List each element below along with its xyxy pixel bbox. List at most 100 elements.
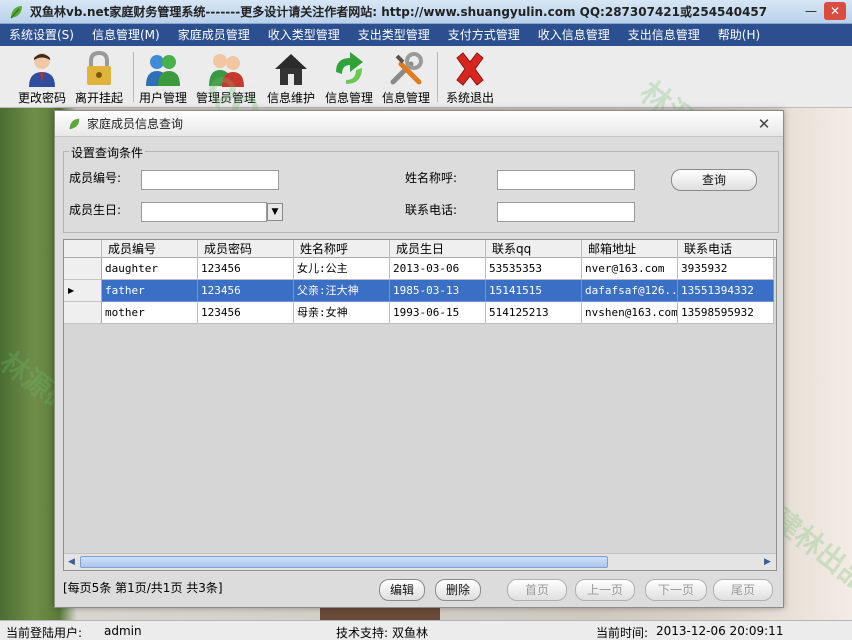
cell-phone[interactable]: 13598595932	[678, 302, 774, 324]
scroll-left-icon[interactable]: ◀	[64, 555, 79, 569]
column-header[interactable]: 联系电话	[678, 240, 774, 258]
birthday-dropdown-button[interactable]: ▼	[267, 203, 283, 221]
table-row[interactable]: daughter 123456 女儿:公主 2013-03-06 5353535…	[64, 258, 776, 280]
menu-expense-info[interactable]: 支出信息管理	[619, 24, 709, 46]
menu-help[interactable]: 帮助(H)	[709, 24, 769, 46]
scroll-right-icon[interactable]: ▶	[760, 555, 775, 569]
birthday-label: 成员生日:	[69, 203, 122, 217]
info-manage-button-1[interactable]: 信息管理	[320, 50, 378, 106]
minimize-button[interactable]: —	[800, 2, 822, 20]
current-time-value: 2013-12-06 20:09:11	[656, 624, 784, 638]
member-query-dialog: 家庭成员信息查询 ✕ 设置查询条件 成员编号: 姓名称呼: 查询 成员生日: ▼…	[54, 110, 784, 608]
info-maintain-label: 信息维护	[266, 91, 315, 105]
home-icon	[275, 54, 307, 85]
row-indicator[interactable]	[64, 302, 102, 324]
refresh-arrow-icon	[336, 52, 363, 84]
phone-input[interactable]	[497, 202, 635, 222]
cell-password[interactable]: 123456	[198, 302, 294, 324]
user-key-icon	[29, 53, 55, 87]
cell-name[interactable]: 母亲:女神	[294, 302, 390, 324]
name-input[interactable]	[497, 170, 635, 190]
users-icon	[146, 55, 180, 86]
info-manage-label-2: 信息管理	[381, 91, 430, 105]
leave-lock-button[interactable]: 离开挂起	[70, 50, 128, 106]
scrollbar-thumb[interactable]	[80, 556, 608, 568]
cell-birthday[interactable]: 1993-06-15	[390, 302, 486, 324]
menu-income-info[interactable]: 收入信息管理	[529, 24, 619, 46]
dialog-close-button[interactable]: ✕	[755, 115, 773, 133]
cell-phone[interactable]: 13551394332	[678, 280, 774, 302]
cell-qq[interactable]: 53535353	[486, 258, 582, 280]
name-label: 姓名称呼:	[405, 171, 458, 185]
admin-users-icon	[209, 54, 244, 87]
dialog-title: 家庭成员信息查询	[87, 117, 184, 131]
delete-button[interactable]: 删除	[435, 579, 481, 601]
cell-qq[interactable]: 15141515	[486, 280, 582, 302]
birthday-date-input[interactable]	[141, 202, 267, 222]
cell-phone[interactable]: 3935932	[678, 258, 774, 280]
cell-password[interactable]: 123456	[198, 258, 294, 280]
change-password-label: 更改密码	[17, 91, 66, 105]
row-indicator[interactable]: ▶	[64, 280, 102, 302]
horizontal-scrollbar[interactable]: ◀ ▶	[64, 553, 776, 570]
cell-member-id[interactable]: father	[102, 280, 198, 302]
system-exit-button[interactable]: 系统退出	[441, 50, 499, 106]
cell-birthday[interactable]: 2013-03-06	[390, 258, 486, 280]
window-close-button[interactable]: ✕	[824, 2, 846, 20]
cell-birthday[interactable]: 1985-03-13	[390, 280, 486, 302]
info-manage-button-2[interactable]: 信息管理	[377, 50, 435, 106]
query-button[interactable]: 查询	[671, 169, 757, 191]
menu-family-members[interactable]: 家庭成员管理	[169, 24, 259, 46]
menu-payment-methods[interactable]: 支付方式管理	[439, 24, 529, 46]
cell-email[interactable]: dafafsaf@126...	[582, 280, 678, 302]
column-header[interactable]: 邮箱地址	[582, 240, 678, 258]
table-row-selected[interactable]: ▶ father 123456 父亲:汪大神 1985-03-13 151415…	[64, 280, 776, 302]
column-header[interactable]: 联系qq	[486, 240, 582, 258]
row-indicator[interactable]	[64, 258, 102, 280]
menu-system-settings[interactable]: 系统设置(S)	[0, 24, 83, 46]
system-exit-label: 系统退出	[445, 91, 494, 105]
cell-email[interactable]: nvshen@163.com	[582, 302, 678, 324]
grid-corner	[64, 240, 102, 258]
toolbar: 更改密码 离开挂起 用户管理 管理员管理 信息维护 信息管理 信息管理 系统退出	[0, 46, 852, 108]
cell-name[interactable]: 女儿:公主	[294, 258, 390, 280]
app-leaf-icon	[10, 5, 22, 18]
column-header[interactable]: 成员编号	[102, 240, 198, 258]
cell-password[interactable]: 123456	[198, 280, 294, 302]
next-page-button[interactable]: 下一页	[645, 579, 707, 601]
toolbar-separator	[437, 52, 438, 102]
edit-button[interactable]: 编辑	[379, 579, 425, 601]
current-row-arrow-icon: ▶	[68, 286, 75, 295]
cell-member-id[interactable]: mother	[102, 302, 198, 324]
last-page-button[interactable]: 尾页	[713, 579, 773, 601]
status-bar: 当前登陆用户: admin 技术支持: 双鱼林 当前时间: 2013-12-06…	[0, 620, 852, 640]
info-manage-label-1: 信息管理	[324, 91, 373, 105]
member-id-label: 成员编号:	[69, 171, 122, 185]
admin-manage-button[interactable]: 管理员管理	[196, 50, 256, 106]
leave-lock-label: 离开挂起	[74, 91, 123, 105]
column-header[interactable]: 姓名称呼	[294, 240, 390, 258]
column-header[interactable]: 成员密码	[198, 240, 294, 258]
dialog-leaf-icon	[69, 118, 80, 129]
user-manage-button[interactable]: 用户管理	[134, 50, 192, 106]
member-id-input[interactable]	[141, 170, 279, 190]
prev-page-button[interactable]: 上一页	[575, 579, 635, 601]
query-conditions-legend: 设置查询条件	[69, 144, 146, 161]
user-manage-label: 用户管理	[138, 91, 187, 105]
menu-expense-types[interactable]: 支出类型管理	[349, 24, 439, 46]
cell-email[interactable]: nver@163.com	[582, 258, 678, 280]
support-label: 技术支持:	[336, 626, 389, 640]
first-page-button[interactable]: 首页	[507, 579, 567, 601]
menu-income-types[interactable]: 收入类型管理	[259, 24, 349, 46]
cell-member-id[interactable]: daughter	[102, 258, 198, 280]
phone-label: 联系电话:	[405, 203, 458, 217]
table-row[interactable]: mother 123456 母亲:女神 1993-06-15 514125213…	[64, 302, 776, 324]
cell-qq[interactable]: 514125213	[486, 302, 582, 324]
change-password-button[interactable]: 更改密码	[13, 50, 71, 106]
current-time-label: 当前时间:	[596, 626, 649, 640]
info-maintain-button[interactable]: 信息维护	[262, 50, 320, 106]
cell-name[interactable]: 父亲:汪大神	[294, 280, 390, 302]
paging-info: [每页5条 第1页/共1页 共3条]	[63, 581, 223, 595]
menu-info-manage[interactable]: 信息管理(M)	[83, 24, 169, 46]
column-header[interactable]: 成员生日	[390, 240, 486, 258]
